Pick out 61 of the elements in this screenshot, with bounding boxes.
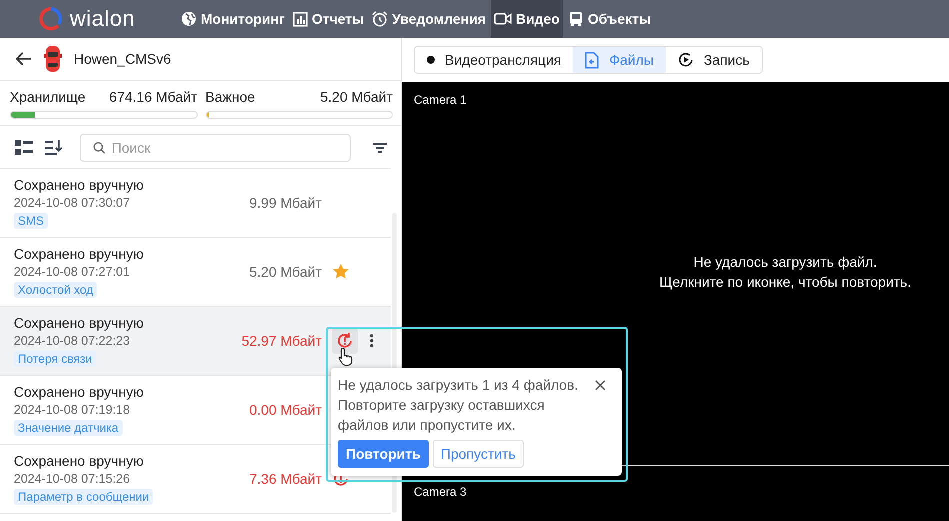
file-title: Сохранено вручную	[14, 384, 144, 400]
file-date: 2024-10-08 07:22:23	[14, 334, 130, 348]
play-circle-icon	[678, 52, 694, 68]
video-camera-icon	[494, 12, 512, 26]
sort-icon[interactable]	[44, 139, 64, 157]
nav-tab[interactable]: Объекты	[564, 0, 654, 38]
filter-icon[interactable]	[373, 142, 387, 154]
globe-icon	[181, 11, 197, 27]
more-options-icon[interactable]	[370, 334, 374, 348]
file-tag: Потеря связи	[14, 351, 96, 367]
star-icon[interactable]	[332, 263, 350, 281]
file-title: Сохранено вручную	[14, 246, 144, 262]
nav-tab[interactable]: Отчеты	[290, 0, 368, 38]
nav-tab[interactable]: Мониторинг	[178, 0, 288, 38]
file-icon	[585, 52, 600, 68]
storage-label: Хранилище	[10, 89, 86, 105]
retry-button[interactable]: Повторить	[338, 440, 429, 468]
unit-name: Howen_CMSv6	[74, 51, 172, 67]
file-list-item[interactable]: Сохранено вручную 2024-10-08 07:22:23 Потеря связи 52.97 Мбайт	[0, 307, 391, 376]
bus-icon	[568, 11, 584, 27]
storage-label: Важное	[206, 89, 256, 105]
file-size: 0.00 Мбайт	[248, 402, 322, 418]
mode-tab[interactable]: Файлы	[573, 47, 666, 73]
camera-label: Camera 3	[414, 485, 467, 499]
logo-icon	[38, 6, 64, 32]
file-title: Сохранено вручную	[14, 315, 144, 331]
storage-value: 674.16 Мбайт	[109, 89, 198, 105]
retry-icon	[336, 332, 354, 350]
nav-tab[interactable]: Уведомления	[369, 0, 489, 38]
report-icon	[292, 11, 308, 27]
file-size: 52.97 Мбайт	[240, 333, 322, 349]
search-field[interactable]: Поиск	[80, 134, 351, 162]
file-date: 2024-10-08 07:19:18	[14, 403, 130, 417]
back-arrow-icon[interactable]	[16, 52, 32, 66]
error-message: Не удалось загрузить файл.	[694, 254, 878, 270]
file-size: 5.20 Мбайт	[248, 264, 322, 280]
file-tag: Значение датчика	[14, 420, 123, 436]
hand-cursor-icon	[338, 347, 354, 367]
file-title: Сохранено вручную	[14, 177, 144, 193]
error-message: Щелкните по иконке, чтобы повторить.	[660, 274, 912, 290]
dot-icon	[427, 56, 435, 64]
file-size: 7.36 Мбайт	[248, 471, 322, 487]
file-size: 9.99 Мбайт	[248, 195, 322, 211]
checklist-icon[interactable]	[14, 139, 34, 157]
file-date: 2024-10-08 07:15:26	[14, 472, 130, 486]
file-tag: Параметр в сообщении	[14, 489, 154, 505]
alarm-clock-icon	[372, 11, 388, 27]
storage-value: 5.20 Мбайт	[320, 89, 393, 105]
file-date: 2024-10-08 07:30:07	[14, 196, 130, 210]
popup-message: Не удалось загрузить 1 из 4 файлов. Повторите загрузку оставшихся файлов или пропустите их.	[338, 376, 580, 435]
file-date: 2024-10-08 07:27:01	[14, 265, 130, 279]
logo-text: wialon	[70, 6, 136, 32]
file-title: Сохранено вручную	[14, 453, 144, 469]
close-icon[interactable]	[595, 380, 606, 391]
search-icon	[93, 141, 106, 155]
car-icon	[44, 44, 62, 74]
file-tag: SMS	[14, 213, 48, 229]
skip-button[interactable]: Пропустить	[432, 440, 524, 468]
file-tag: Холостой ход	[14, 282, 98, 298]
camera-label: Camera 1	[414, 93, 467, 107]
nav-tab[interactable]: Видео	[490, 0, 563, 38]
